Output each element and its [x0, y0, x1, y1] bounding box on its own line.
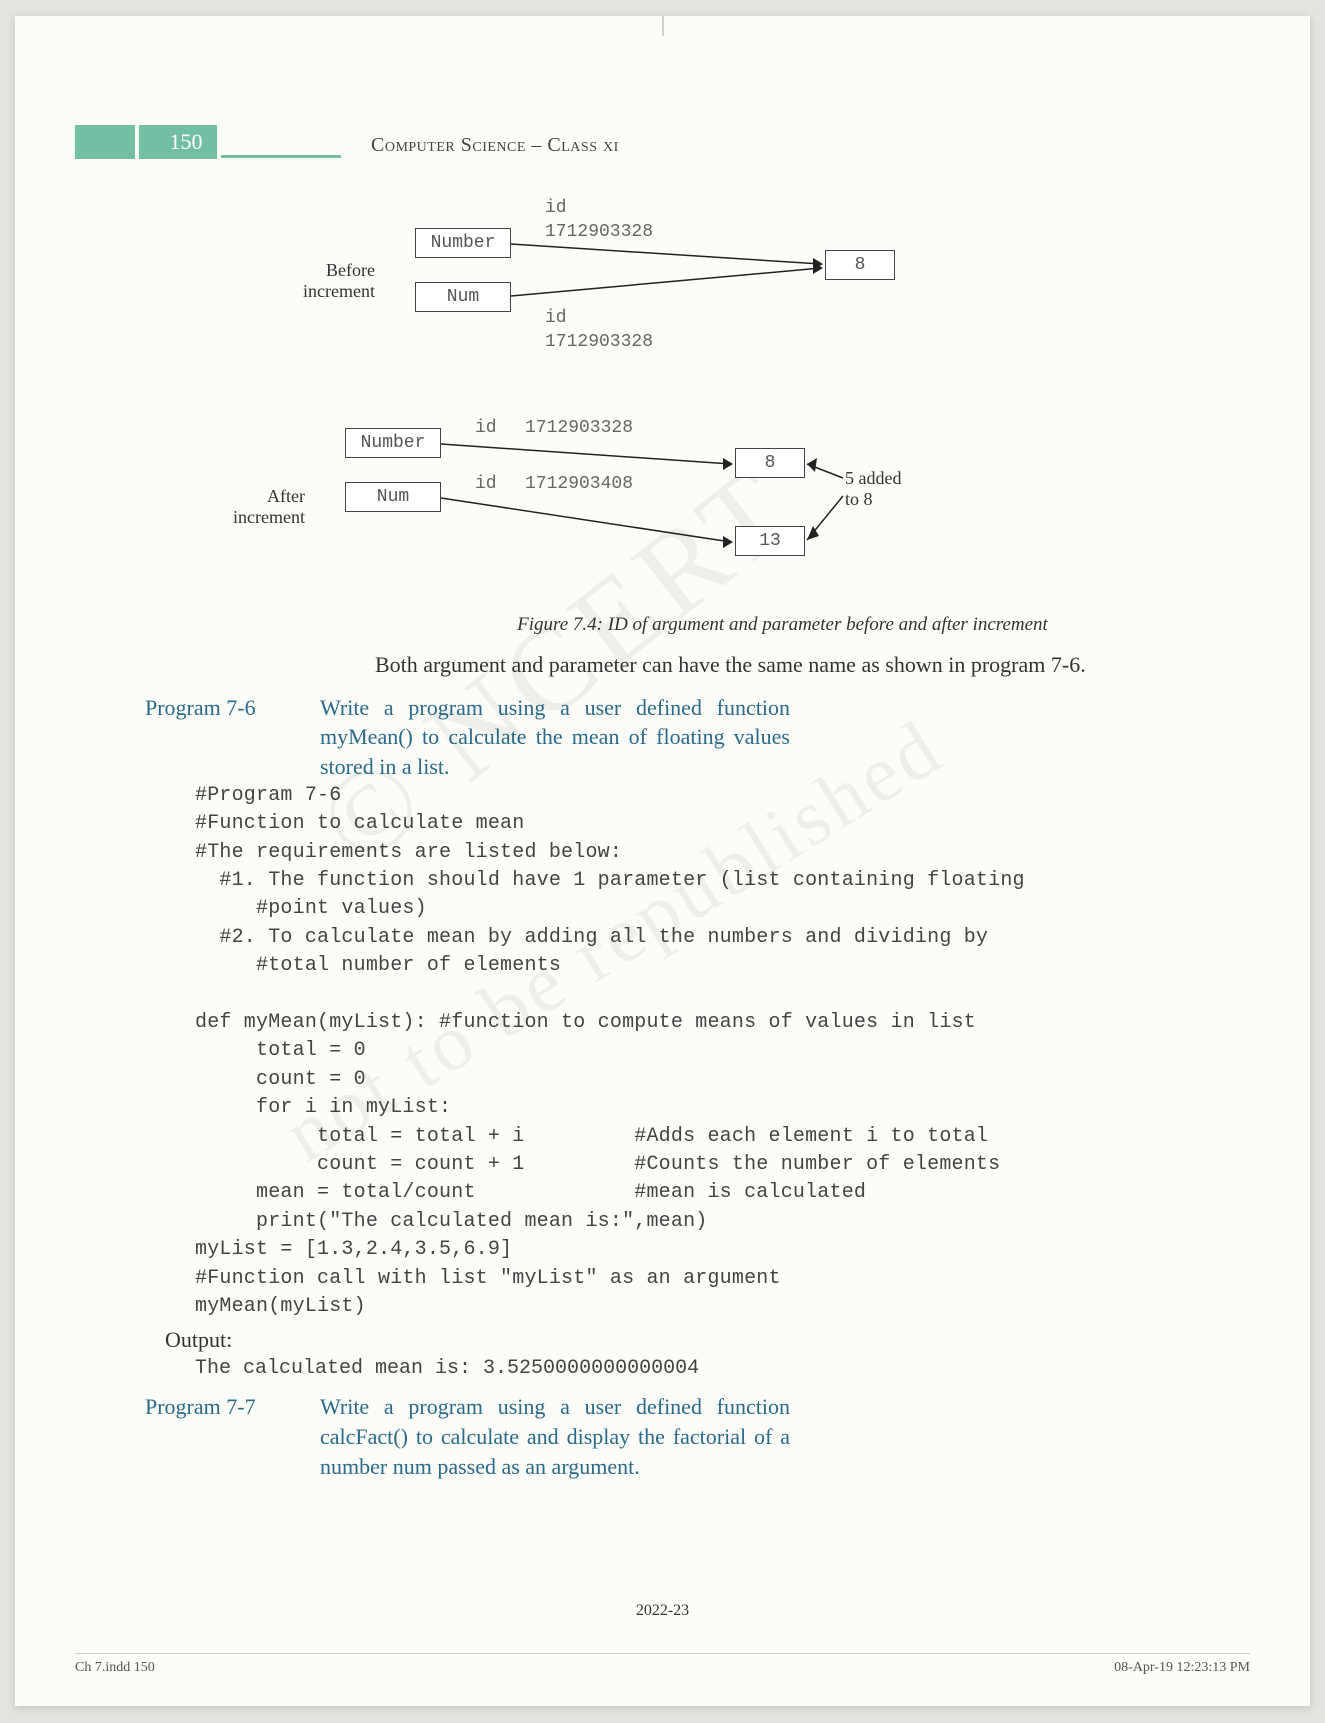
- label-before-l1: Before: [326, 260, 375, 280]
- label-after-l1: After: [267, 486, 305, 506]
- output-label: Output:: [165, 1327, 1190, 1353]
- label-before-l2: increment: [303, 281, 375, 301]
- program-7-6-code: #Program 7-6 #Function to calculate mean…: [195, 782, 1190, 1321]
- print-footer: Ch 7.indd 150 08-Apr-19 12:23:13 PM: [75, 1653, 1250, 1676]
- figure-caption: Figure 7.4: ID of argument and parameter…: [375, 614, 1190, 636]
- program-7-6-desc: Write a program using a user defined fun…: [320, 693, 790, 782]
- footer-left: Ch 7.indd 150: [75, 1660, 155, 1676]
- program-7-6-label: Program 7-6: [145, 693, 320, 782]
- header-underline: [221, 155, 341, 158]
- figure-7-4: Before increment Number Num id 171290332…: [395, 196, 1115, 606]
- page-number: 150: [155, 125, 217, 159]
- header-decor-gap: [139, 125, 155, 159]
- running-title: Computer Science – Class xi: [371, 134, 619, 157]
- output-value: The calculated mean is: 3.52500000000000…: [195, 1357, 1190, 1380]
- year-footer: 2022-23: [15, 1602, 1310, 1620]
- page: © NCERT not to be republished 150 Comput…: [15, 16, 1310, 1706]
- header-decor-left: [75, 125, 135, 159]
- crop-mark: [662, 16, 664, 36]
- program-7-7-heading: Program 7-7 Write a program using a user…: [115, 1392, 1190, 1481]
- body-paragraph: Both argument and parameter can have the…: [375, 650, 1190, 681]
- label-after-increment: After increment: [195, 486, 305, 528]
- page-header: 150 Computer Science – Class xi: [75, 122, 619, 162]
- label-before-increment: Before increment: [265, 260, 375, 302]
- program-7-7-label: Program 7-7: [145, 1392, 320, 1481]
- header-title-text: Computer Science – Class xi: [371, 134, 619, 156]
- label-after-l2: increment: [233, 507, 305, 527]
- program-7-7-desc: Write a program using a user defined fun…: [320, 1392, 790, 1481]
- diagram-arrows: [395, 196, 1115, 606]
- program-7-6-heading: Program 7-6 Write a program using a user…: [115, 693, 1190, 782]
- content: Before increment Number Num id 171290332…: [115, 196, 1190, 1481]
- footer-right: 08-Apr-19 12:23:13 PM: [1114, 1660, 1250, 1676]
